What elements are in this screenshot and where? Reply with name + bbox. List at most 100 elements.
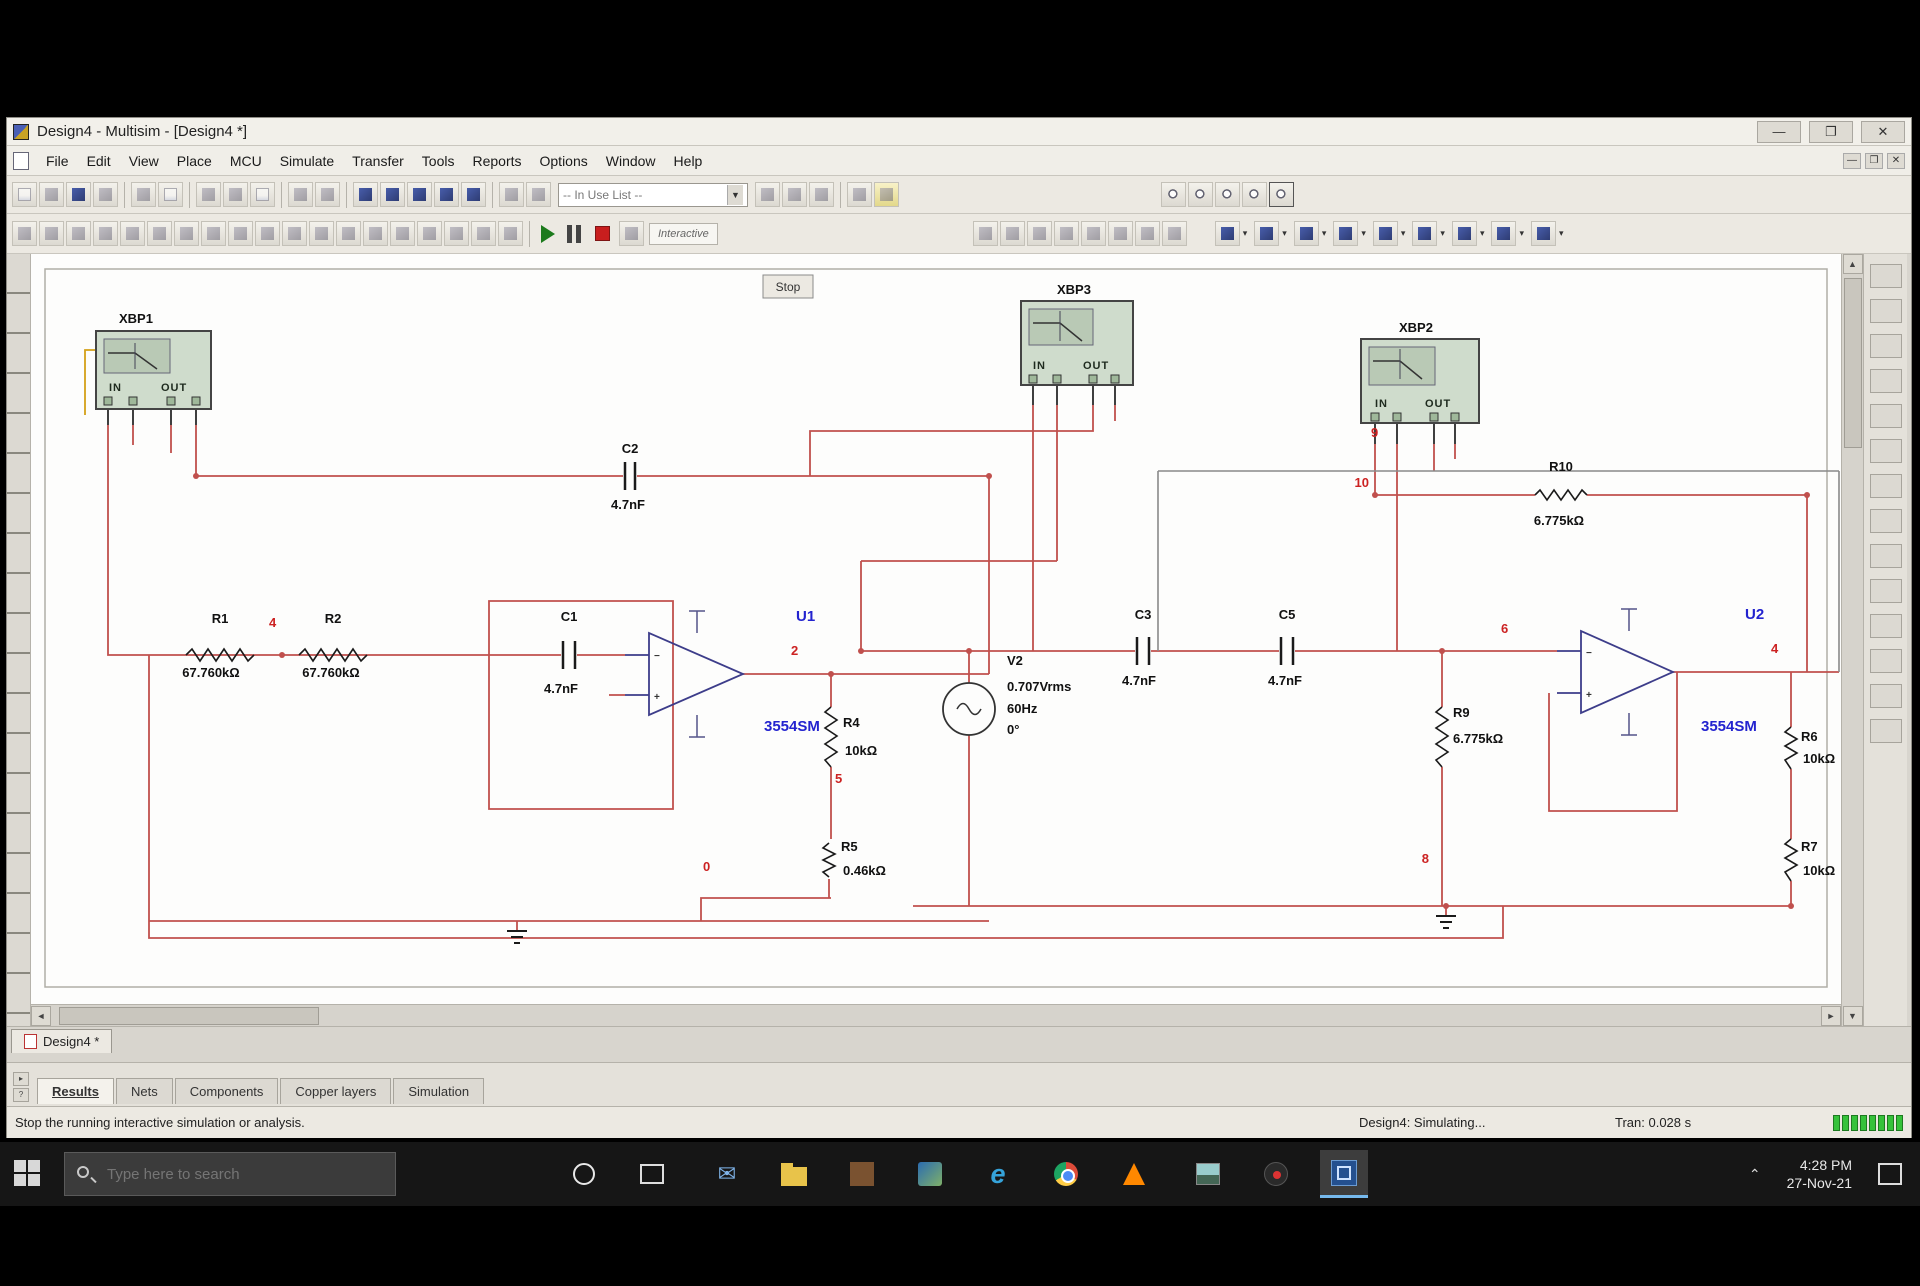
tab-nets[interactable]: Nets bbox=[116, 1078, 173, 1104]
save-as-icon[interactable] bbox=[93, 182, 118, 207]
scroll-left-icon[interactable]: ◄ bbox=[31, 1006, 51, 1026]
spreadsheet-view-icon[interactable] bbox=[461, 182, 486, 207]
scroll-down-icon[interactable]: ▼ bbox=[1843, 1006, 1863, 1026]
net-label-0[interactable]: 0 bbox=[703, 859, 710, 874]
xbp2-ref[interactable]: XBP2 bbox=[1399, 320, 1433, 335]
instrument-slot[interactable] bbox=[1870, 649, 1902, 673]
four-channel-oscilloscope-icon[interactable] bbox=[1373, 221, 1398, 246]
simulation-settings-gear-icon[interactable] bbox=[1162, 221, 1187, 246]
tab-simulation[interactable]: Simulation bbox=[393, 1078, 484, 1104]
vlc-icon[interactable] bbox=[1110, 1150, 1158, 1198]
instrument-slot[interactable] bbox=[1870, 579, 1902, 603]
place-rf-icon[interactable] bbox=[363, 221, 388, 246]
net-label-10[interactable]: 10 bbox=[1355, 475, 1369, 490]
u1-value[interactable]: 3554SM bbox=[764, 718, 820, 735]
task-view-icon[interactable] bbox=[628, 1150, 676, 1198]
power-probe-icon[interactable] bbox=[1027, 221, 1052, 246]
u2-value[interactable]: 3554SM bbox=[1701, 718, 1757, 735]
mdi-minimize-button[interactable]: — bbox=[1843, 153, 1861, 169]
c1-value[interactable]: 4.7nF bbox=[544, 681, 578, 696]
action-center-icon[interactable] bbox=[1878, 1163, 1902, 1185]
logic-analyzer-icon[interactable] bbox=[1531, 221, 1556, 246]
v2-frequency[interactable]: 60Hz bbox=[1007, 701, 1038, 716]
r9-value[interactable]: 6.775kΩ bbox=[1453, 731, 1503, 746]
new-file-icon[interactable] bbox=[12, 182, 37, 207]
c2-value[interactable]: 4.7nF bbox=[611, 497, 645, 512]
wattmeter-icon[interactable] bbox=[1294, 221, 1319, 246]
gallery-icon[interactable] bbox=[1184, 1150, 1232, 1198]
function-generator-icon[interactable] bbox=[1254, 221, 1279, 246]
v2-value[interactable]: 0.707Vrms bbox=[1007, 679, 1071, 694]
place-power-icon[interactable] bbox=[282, 221, 307, 246]
place-mcu-icon[interactable] bbox=[471, 221, 496, 246]
schematic-canvas[interactable]: − + − + bbox=[31, 254, 1841, 1026]
measurement-probe-icon[interactable] bbox=[619, 221, 644, 246]
place-mixed-icon[interactable] bbox=[228, 221, 253, 246]
menu-window[interactable]: Window bbox=[597, 149, 665, 173]
minimize-button[interactable]: — bbox=[1757, 121, 1801, 143]
dropdown-arrow-icon[interactable]: ▼ bbox=[727, 185, 743, 205]
design-tab[interactable]: Design4 * bbox=[11, 1029, 112, 1053]
cortana-icon[interactable] bbox=[560, 1150, 608, 1198]
in-use-list-dropdown[interactable]: -- In Use List -- ▼ bbox=[558, 183, 748, 207]
bode-plotter-xbp3[interactable]: IN OUT bbox=[1021, 301, 1133, 385]
tab-results[interactable]: Results bbox=[37, 1078, 114, 1104]
r4-value[interactable]: 10kΩ bbox=[845, 743, 877, 758]
undo-icon[interactable] bbox=[288, 182, 313, 207]
r1-ref[interactable]: R1 bbox=[212, 611, 229, 626]
zoom-out-icon[interactable] bbox=[1188, 182, 1213, 207]
show-border-icon[interactable] bbox=[380, 182, 405, 207]
xbp3-ref[interactable]: XBP3 bbox=[1057, 282, 1091, 297]
menu-place[interactable]: Place bbox=[168, 149, 221, 173]
ground-symbols[interactable] bbox=[507, 916, 1456, 943]
u1-ref[interactable]: U1 bbox=[796, 608, 815, 625]
opamp-u1[interactable]: − + bbox=[625, 611, 743, 737]
instrument-slot[interactable] bbox=[1870, 264, 1902, 288]
differential-probe-icon[interactable] bbox=[1054, 221, 1079, 246]
zoom-full-icon[interactable] bbox=[1269, 182, 1294, 207]
logic-analyzer-dropdown-icon[interactable]: ▾ bbox=[1557, 228, 1566, 239]
stop-simulation-icon[interactable] bbox=[595, 226, 610, 241]
wire-net-red-right[interactable] bbox=[810, 405, 1839, 916]
simulation-profile-box[interactable]: Interactive bbox=[649, 223, 718, 245]
spreadsheet-help-icon[interactable]: ? bbox=[13, 1088, 29, 1102]
instrument-lead-stubs[interactable] bbox=[108, 383, 1455, 444]
r4-ref[interactable]: R4 bbox=[843, 715, 860, 730]
menu-edit[interactable]: Edit bbox=[78, 149, 120, 173]
design-toolbox-icon[interactable] bbox=[434, 182, 459, 207]
oscilloscope-dropdown-icon[interactable]: ▾ bbox=[1359, 228, 1368, 239]
v2-phase[interactable]: 0° bbox=[1007, 722, 1019, 737]
edge-icon[interactable]: e bbox=[974, 1150, 1022, 1198]
c5-value[interactable]: 4.7nF bbox=[1268, 673, 1302, 688]
close-button[interactable]: ✕ bbox=[1861, 121, 1905, 143]
scroll-right-icon[interactable]: ► bbox=[1821, 1006, 1841, 1026]
source-v2[interactable] bbox=[943, 683, 995, 735]
voltage-probe-icon[interactable] bbox=[973, 221, 998, 246]
electrical-rules-check-icon[interactable] bbox=[755, 182, 780, 207]
tab-components[interactable]: Components bbox=[175, 1078, 279, 1104]
instrument-slot[interactable] bbox=[1870, 544, 1902, 568]
place-cmos-icon[interactable] bbox=[174, 221, 199, 246]
print-icon[interactable] bbox=[131, 182, 156, 207]
place-ni-component-icon[interactable] bbox=[417, 221, 442, 246]
bode-plotter-xbp1[interactable]: IN OUT bbox=[96, 331, 211, 409]
menu-transfer[interactable]: Transfer bbox=[343, 149, 413, 173]
u2-ref[interactable]: U2 bbox=[1745, 606, 1764, 623]
c3-value[interactable]: 4.7nF bbox=[1122, 673, 1156, 688]
instrument-slot[interactable] bbox=[1870, 614, 1902, 638]
r5-value[interactable]: 0.46kΩ bbox=[843, 863, 886, 878]
bode-plotter-icon[interactable] bbox=[1412, 221, 1437, 246]
menu-tools[interactable]: Tools bbox=[413, 149, 464, 173]
print-preview-icon[interactable] bbox=[158, 182, 183, 207]
r5-ref[interactable]: R5 bbox=[841, 839, 858, 854]
component-wizard-icon[interactable] bbox=[526, 182, 551, 207]
c1-ref[interactable]: C1 bbox=[561, 609, 578, 624]
place-diode-icon[interactable] bbox=[66, 221, 91, 246]
net-label-2[interactable]: 2 bbox=[791, 643, 798, 658]
place-transistor-icon[interactable] bbox=[93, 221, 118, 246]
help-lightbulb-icon[interactable] bbox=[874, 182, 899, 207]
instrument-slot[interactable] bbox=[1870, 719, 1902, 743]
r7-ref[interactable]: R7 bbox=[1801, 839, 1818, 854]
paste-icon[interactable] bbox=[250, 182, 275, 207]
r2-ref[interactable]: R2 bbox=[325, 611, 342, 626]
